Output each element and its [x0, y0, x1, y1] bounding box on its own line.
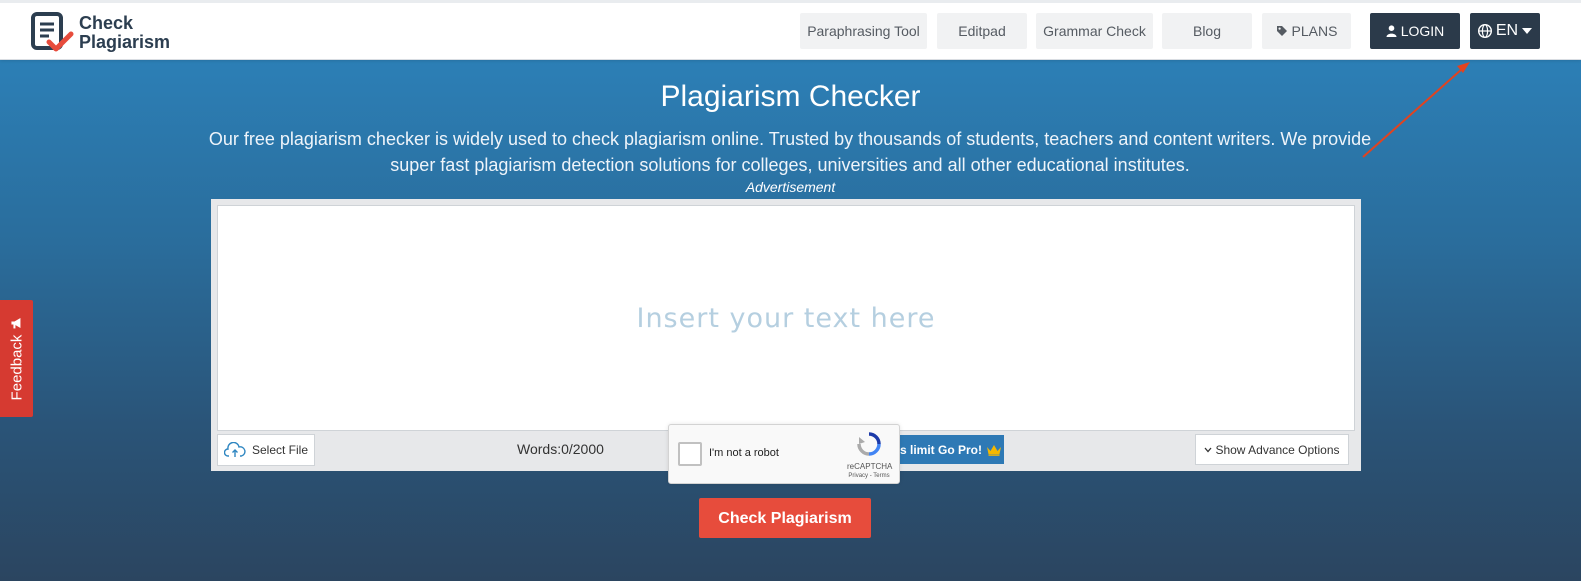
select-file-button[interactable]: Select File	[217, 434, 315, 466]
nav-editpad[interactable]: Editpad	[937, 13, 1027, 49]
advance-options-label: Show Advance Options	[1215, 442, 1340, 457]
chevron-down-icon	[1204, 447, 1212, 453]
recaptcha-widget: I'm not a robot reCAPTCHA Privacy - Term…	[668, 424, 900, 484]
word-count: Words:0/2000	[517, 441, 604, 457]
globe-icon	[1477, 24, 1492, 38]
nav-blog[interactable]: Blog	[1162, 13, 1252, 49]
nav-paraphrasing-tool[interactable]: Paraphrasing Tool	[800, 13, 927, 49]
show-advance-options-button[interactable]: Show Advance Options	[1195, 434, 1349, 465]
check-plagiarism-button[interactable]: Check Plagiarism	[699, 498, 871, 538]
recaptcha-logo: reCAPTCHA Privacy - Terms	[847, 431, 893, 480]
recaptcha-links[interactable]: Privacy - Terms	[847, 472, 891, 480]
nav-grammar-check[interactable]: Grammar Check	[1036, 13, 1153, 49]
page-title: Plagiarism Checker	[660, 80, 921, 113]
page-subtitle: Our free plagiarism checker is widely us…	[208, 129, 1372, 175]
recaptcha-label: I'm not a robot	[709, 447, 779, 459]
user-icon	[1386, 25, 1397, 37]
logo-text: Check Plagiarism	[79, 14, 170, 52]
select-file-label: Select File	[252, 443, 309, 457]
caret-down-icon	[1522, 28, 1533, 34]
crown-icon	[986, 444, 1002, 456]
recaptcha-checkbox[interactable]	[678, 442, 702, 466]
recaptcha-brand: reCAPTCHA	[847, 462, 893, 471]
top-header: Check Plagiarism Paraphrasing Tool Editp…	[0, 0, 1581, 60]
feedback-label: Feedback	[8, 334, 25, 401]
cloud-upload-icon	[224, 442, 246, 458]
text-input-area[interactable]: Insert your text here	[217, 205, 1355, 431]
login-label: LOGIN	[1400, 23, 1445, 39]
language-label: EN	[1495, 22, 1519, 39]
login-button[interactable]: LOGIN	[1370, 13, 1460, 49]
advertisement-label: Advertisement	[745, 179, 836, 195]
feedback-tab[interactable]: Feedback	[0, 300, 33, 417]
logo-line-2: Plagiarism	[79, 32, 171, 52]
megaphone-icon	[10, 317, 23, 330]
recaptcha-icon	[856, 431, 882, 457]
tag-icon	[1276, 25, 1288, 37]
text-input-placeholder: Insert your text here	[636, 302, 936, 334]
logo-line-1: Check	[79, 13, 134, 33]
language-dropdown[interactable]: EN	[1470, 13, 1540, 49]
nav-plans-label: PLANS	[1291, 23, 1338, 39]
nav-plans[interactable]: PLANS	[1262, 13, 1351, 49]
logo-document-check-icon	[31, 12, 75, 54]
site-logo[interactable]: Check Plagiarism	[31, 12, 170, 54]
